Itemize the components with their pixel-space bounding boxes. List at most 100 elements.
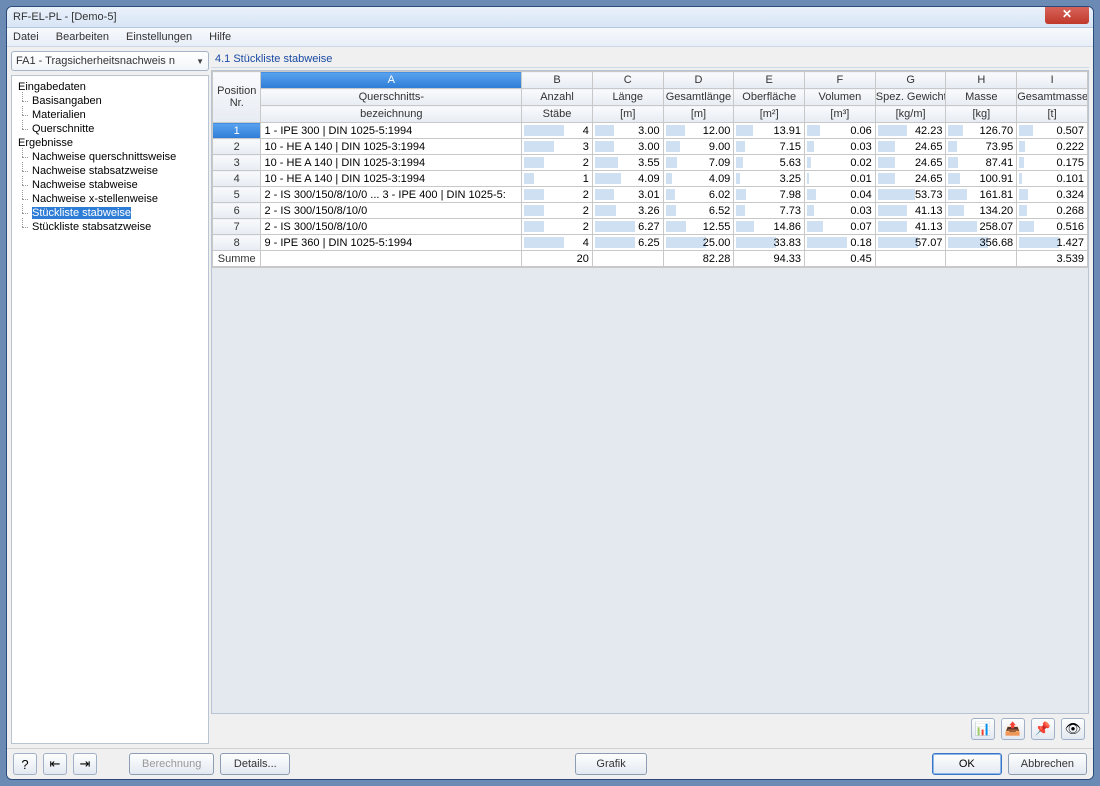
- table-cell[interactable]: 2: [522, 203, 593, 219]
- table-cell[interactable]: 10 - HE A 140 | DIN 1025-3:1994: [261, 155, 522, 171]
- table-cell[interactable]: 1.427: [1017, 235, 1088, 251]
- table-row[interactable]: 89 - IPE 360 | DIN 1025-5:199446.2525.00…: [213, 235, 1088, 251]
- tree-root-ergebnisse[interactable]: Ergebnisse: [14, 136, 206, 150]
- table-cell[interactable]: 3.26: [592, 203, 663, 219]
- table-cell[interactable]: 24.65: [875, 139, 946, 155]
- table-cell[interactable]: 0.101: [1017, 171, 1088, 187]
- table-row[interactable]: 72 - IS 300/150/8/10/026.2712.5514.860.0…: [213, 219, 1088, 235]
- tree-item[interactable]: Nachweise querschnittsweise: [14, 150, 206, 164]
- table-cell[interactable]: 10 - HE A 140 | DIN 1025-3:1994: [261, 171, 522, 187]
- tree-item[interactable]: Stückliste stabsatzweise: [14, 220, 206, 234]
- berechnung-button[interactable]: Berechnung: [129, 753, 214, 775]
- table-row[interactable]: 52 - IS 300/150/8/10/0 ... 3 - IPE 400 |…: [213, 187, 1088, 203]
- grafik-button[interactable]: Grafik: [575, 753, 647, 775]
- table-cell[interactable]: 0.03: [805, 139, 876, 155]
- table-cell[interactable]: 100.91: [946, 171, 1017, 187]
- eye-icon-button[interactable]: 👁: [1061, 718, 1085, 740]
- table-cell[interactable]: 87.41: [946, 155, 1017, 171]
- table-cell[interactable]: 5.63: [734, 155, 805, 171]
- table-cell[interactable]: 12.55: [663, 219, 734, 235]
- table-cell[interactable]: 2: [522, 155, 593, 171]
- export-icon-button[interactable]: 📤: [1001, 718, 1025, 740]
- tree-item[interactable]: Stückliste stabweise: [14, 206, 206, 220]
- tree-item[interactable]: Basisangaben: [14, 94, 206, 108]
- table-cell[interactable]: 13.91: [734, 123, 805, 139]
- chart-icon-button[interactable]: 📊: [971, 718, 995, 740]
- help-button[interactable]: ?: [13, 753, 37, 775]
- table-cell[interactable]: 6.02: [663, 187, 734, 203]
- menu-hilfe[interactable]: Hilfe: [209, 31, 231, 43]
- loadcase-combo[interactable]: FA1 - Tragsicherheitsnachweis n ▼: [11, 51, 209, 71]
- pin-icon-button[interactable]: 📌: [1031, 718, 1055, 740]
- table-cell[interactable]: 0.04: [805, 187, 876, 203]
- table-cell[interactable]: 0.06: [805, 123, 876, 139]
- table-cell[interactable]: 1: [522, 171, 593, 187]
- table-cell[interactable]: 0.18: [805, 235, 876, 251]
- table-cell[interactable]: 7.15: [734, 139, 805, 155]
- table-cell[interactable]: 1 - IPE 300 | DIN 1025-5:1994: [261, 123, 522, 139]
- table-cell[interactable]: 42.23: [875, 123, 946, 139]
- table-cell[interactable]: 0.324: [1017, 187, 1088, 203]
- table-cell[interactable]: 10 - HE A 140 | DIN 1025-3:1994: [261, 139, 522, 155]
- table-cell[interactable]: 4: [522, 235, 593, 251]
- table-cell[interactable]: 2 - IS 300/150/8/10/0 ... 3 - IPE 400 | …: [261, 187, 522, 203]
- table-cell[interactable]: 41.13: [875, 203, 946, 219]
- table-cell[interactable]: 0.02: [805, 155, 876, 171]
- table-cell[interactable]: 33.83: [734, 235, 805, 251]
- table-row[interactable]: 310 - HE A 140 | DIN 1025-3:199423.557.0…: [213, 155, 1088, 171]
- table-cell[interactable]: 9.00: [663, 139, 734, 155]
- table-cell[interactable]: 4: [522, 123, 593, 139]
- table-cell[interactable]: 126.70: [946, 123, 1017, 139]
- table-cell[interactable]: 6.52: [663, 203, 734, 219]
- parts-list-table[interactable]: PositionNr.ABCDEFGHI Querschnitts-Anzahl…: [212, 71, 1088, 267]
- table-row[interactable]: 410 - HE A 140 | DIN 1025-3:199414.094.0…: [213, 171, 1088, 187]
- tree-item[interactable]: Nachweise x-stellenweise: [14, 192, 206, 206]
- nav-next-button[interactable]: ⇥: [73, 753, 97, 775]
- table-cell[interactable]: 4.09: [592, 171, 663, 187]
- table-cell[interactable]: 7.09: [663, 155, 734, 171]
- table-cell[interactable]: 14.86: [734, 219, 805, 235]
- tree-item[interactable]: Querschnitte: [14, 122, 206, 136]
- menu-datei[interactable]: Datei: [13, 31, 39, 43]
- tree-root-eingabe[interactable]: Eingabedaten: [14, 80, 206, 94]
- table-row[interactable]: 210 - HE A 140 | DIN 1025-3:199433.009.0…: [213, 139, 1088, 155]
- menu-einstellungen[interactable]: Einstellungen: [126, 31, 192, 43]
- table-cell[interactable]: 2: [522, 187, 593, 203]
- table-cell[interactable]: 0.268: [1017, 203, 1088, 219]
- table-cell[interactable]: 24.65: [875, 171, 946, 187]
- table-cell[interactable]: 0.222: [1017, 139, 1088, 155]
- ok-button[interactable]: OK: [932, 753, 1002, 775]
- tree-item[interactable]: Nachweise stabsatzweise: [14, 164, 206, 178]
- tree-item[interactable]: Materialien: [14, 108, 206, 122]
- table-cell[interactable]: 7.73: [734, 203, 805, 219]
- table-row[interactable]: 11 - IPE 300 | DIN 1025-5:199443.0012.00…: [213, 123, 1088, 139]
- table-cell[interactable]: 2: [522, 219, 593, 235]
- close-button[interactable]: ✕: [1045, 6, 1089, 24]
- table-cell[interactable]: 25.00: [663, 235, 734, 251]
- table-cell[interactable]: 258.07: [946, 219, 1017, 235]
- table-cell[interactable]: 3.01: [592, 187, 663, 203]
- details-button[interactable]: Details...: [220, 753, 290, 775]
- table-cell[interactable]: 134.20: [946, 203, 1017, 219]
- table-cell[interactable]: 24.65: [875, 155, 946, 171]
- table-cell[interactable]: 0.507: [1017, 123, 1088, 139]
- table-cell[interactable]: 53.73: [875, 187, 946, 203]
- tree-item[interactable]: Nachweise stabweise: [14, 178, 206, 192]
- table-cell[interactable]: 57.07: [875, 235, 946, 251]
- table-cell[interactable]: 2 - IS 300/150/8/10/0: [261, 219, 522, 235]
- table-cell[interactable]: 0.01: [805, 171, 876, 187]
- nav-prev-button[interactable]: ⇤: [43, 753, 67, 775]
- nav-tree[interactable]: Eingabedaten BasisangabenMaterialienQuer…: [11, 75, 209, 744]
- table-cell[interactable]: 9 - IPE 360 | DIN 1025-5:1994: [261, 235, 522, 251]
- table-cell[interactable]: 3.00: [592, 139, 663, 155]
- table-cell[interactable]: 0.07: [805, 219, 876, 235]
- table-cell[interactable]: 6.27: [592, 219, 663, 235]
- table-cell[interactable]: 0.175: [1017, 155, 1088, 171]
- table-cell[interactable]: 7.98: [734, 187, 805, 203]
- table-cell[interactable]: 4.09: [663, 171, 734, 187]
- table-cell[interactable]: 0.516: [1017, 219, 1088, 235]
- abbrechen-button[interactable]: Abbrechen: [1008, 753, 1087, 775]
- table-cell[interactable]: 6.25: [592, 235, 663, 251]
- table-cell[interactable]: 3: [522, 139, 593, 155]
- table-cell[interactable]: 3.25: [734, 171, 805, 187]
